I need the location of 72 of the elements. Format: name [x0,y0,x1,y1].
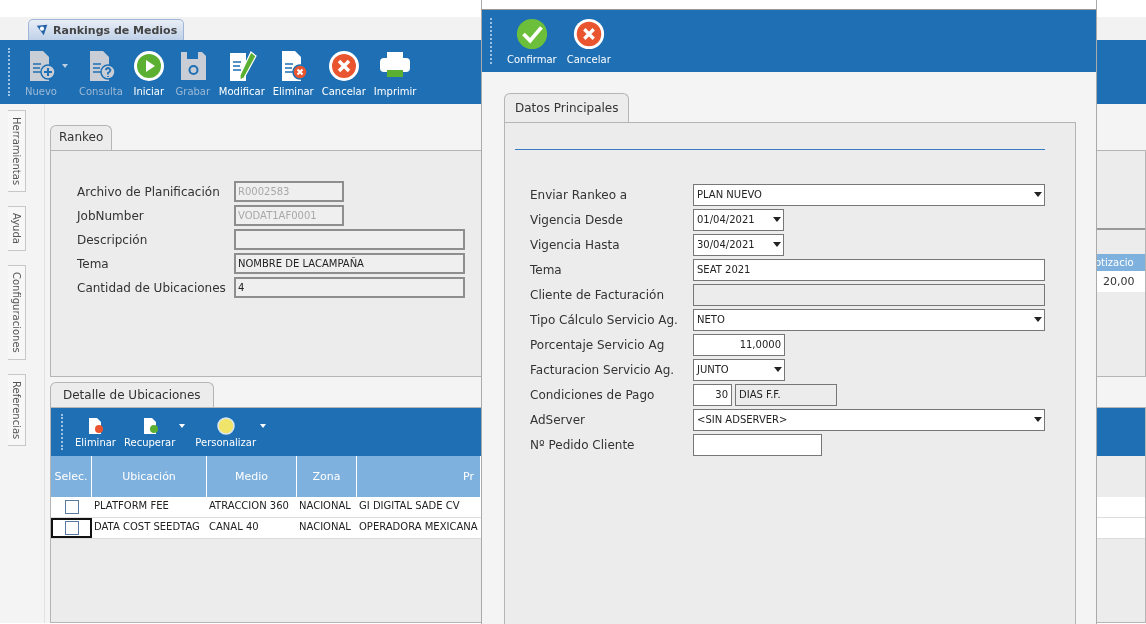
table-cell-text: OPERADORA MEXICANA [358,520,479,534]
caret-icon [773,242,781,247]
field-label: AdServer [530,412,586,427]
table-cell-text: ATRACCION 360 [208,499,290,513]
cancel-icon [571,17,606,51]
panel-tab[interactable]: Datos Principales [504,93,630,122]
toolbar-button[interactable]: Eliminar [269,45,317,99]
field-label: Cantidad de Ubicaciones [77,280,227,295]
dropdown-field[interactable]: 01/04/2021 [693,208,784,231]
input-field[interactable]: NOMBRE DE LACAMPAÑA [234,253,465,274]
field-label: Porcentaje Servicio Ag [530,337,666,352]
dropdown-field[interactable]: NETO [693,308,1045,331]
caret-icon [1034,192,1042,197]
caret-icon [1034,417,1042,422]
dropdown-field[interactable]: PLAN NUEVO [693,183,1045,206]
table-cell-text: NACIONAL [298,499,352,513]
input-field[interactable] [693,283,1045,306]
toolbar-button[interactable]: Iniciar [127,45,170,99]
app-tab[interactable]: Rankings de Medios [28,19,185,40]
field-label: Tipo Cálculo Servicio Ag. [530,312,679,327]
toolbar-button[interactable]: Modificar [215,45,268,99]
toolbar-button[interactable]: Cancelar [318,45,369,99]
field-label: Tema [77,256,110,271]
caret-icon[interactable] [260,424,267,428]
panel-tab[interactable]: Detalle de Ubicaciones [50,382,214,407]
field-label: Tema [530,262,563,277]
toolbar-button[interactable]: Confirmar [504,15,560,67]
toolbar-button[interactable]: Imprimir [370,45,420,99]
side-tab[interactable]: Referencias [8,373,26,447]
circle-icon [215,416,236,436]
input-field[interactable] [693,433,822,456]
field-label: Vigencia Hasta [530,237,621,252]
toolbar-button[interactable]: Eliminar [71,416,120,448]
side-tab[interactable]: Ayuda [8,206,26,252]
toolbar-button[interactable]: Personalizar [191,416,261,448]
input-field[interactable]: SEAT 2021 [693,258,1045,281]
panel-tab[interactable]: Rankeo [50,125,113,150]
toolbar-button[interactable]: Cancelar [563,15,614,67]
field-label: Condiciones de Pago [530,387,656,402]
field-label: Enviar Rankeo a [530,187,629,202]
input-field[interactable] [234,229,465,250]
dropdown-field[interactable]: <SIN ADSERVER> [693,408,1045,431]
dropdown-field[interactable]: 30/04/2021 [693,233,784,256]
side-tab[interactable]: Configuraciones [8,265,26,360]
check-icon [514,17,549,51]
table-cell-text: DATA COST SEEDTAG [93,520,201,534]
caret-icon [1034,317,1042,322]
caret-icon [774,367,782,372]
toolbar-button[interactable]: Recuperar [120,416,180,448]
input-field[interactable]: 11,0000 [693,333,785,356]
input-field: DIAS F.F. [735,383,837,406]
checkbox-cell[interactable] [51,518,92,538]
table-cell-text: PLATFORM FEE [93,499,170,513]
caret-icon [773,217,781,222]
side-tab[interactable]: Herramientas [8,110,26,193]
input-field[interactable]: 30 [693,383,732,406]
field-label: Descripción [77,232,149,247]
table-cell-text: CANAL 40 [208,520,260,534]
field-label: Archivo de Planificación [77,184,221,199]
field-label: Facturacion Servicio Ag. [530,362,676,377]
shield-icon [35,23,49,37]
caret-icon[interactable] [179,424,186,428]
checkbox[interactable] [64,500,79,514]
table-cell-text: NACIONAL [298,520,352,534]
checkbox[interactable] [64,521,79,535]
field-label: JobNumber [77,208,145,223]
field-label: Cliente de Facturación [530,287,665,302]
table-cell-text: GI DIGITAL SADE CV [358,499,461,513]
input-field[interactable]: 4 [234,277,465,298]
field-label: Vigencia Desde [530,212,624,227]
field-label: Nº Pedido Cliente [530,437,636,452]
dropdown-field[interactable]: JUNTO [693,358,785,381]
